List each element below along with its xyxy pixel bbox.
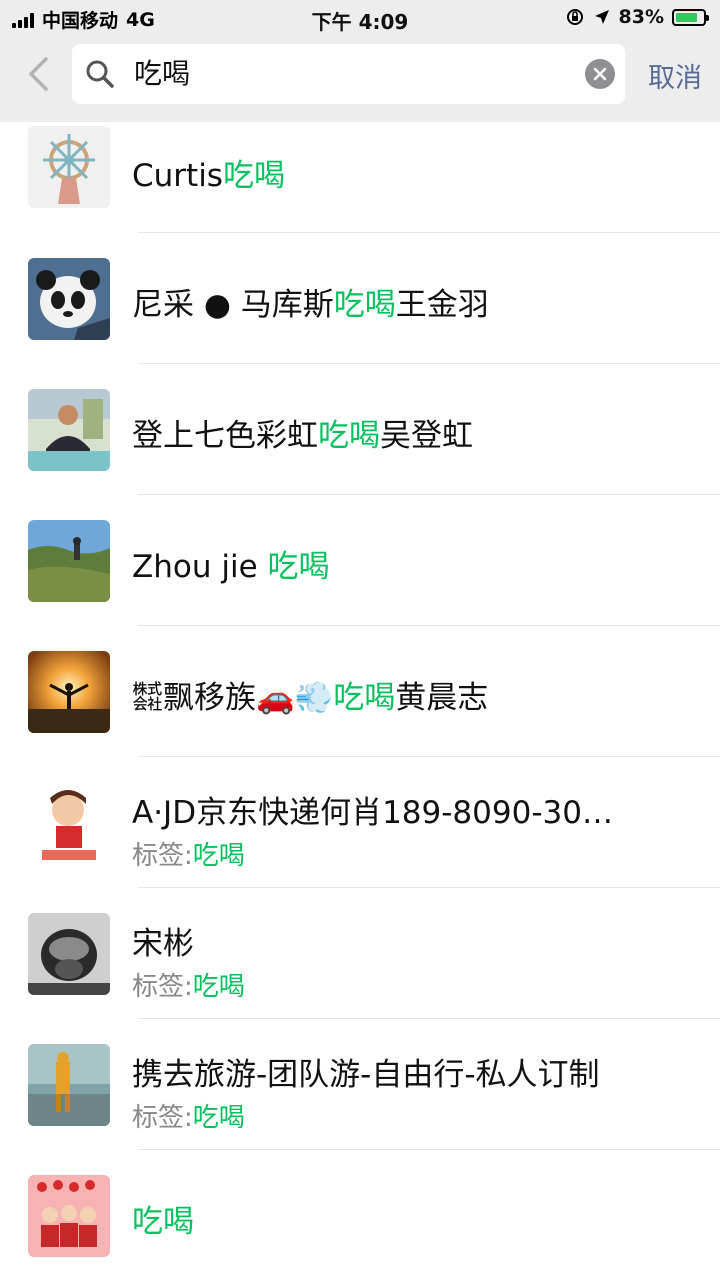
status-bar: 中国移动 4G 下午 4:09 83%	[0, 0, 720, 36]
list-item[interactable]: 尼采 ● 马库斯吃喝王金羽	[0, 233, 720, 364]
list-item[interactable]: ㍿飘移族🚗💨吃喝黄晨志	[0, 626, 720, 757]
contact-name: Zhou jie 吃喝	[132, 549, 330, 585]
search-input[interactable]: 吃喝	[134, 44, 190, 104]
search-header: 吃喝 取消	[0, 36, 720, 122]
list-item[interactable]: 吃喝	[0, 1150, 720, 1280]
search-icon	[86, 60, 114, 88]
avatar	[28, 258, 110, 340]
close-icon	[593, 67, 607, 81]
avatar	[28, 1044, 110, 1126]
avatar	[28, 1175, 110, 1257]
avatar	[28, 782, 110, 864]
avatar	[28, 651, 110, 733]
list-item[interactable]: 宋彬 标签:吃喝	[0, 888, 720, 1019]
contact-name: ㍿飘移族🚗💨吃喝黄晨志	[132, 680, 489, 716]
cancel-button[interactable]: 取消	[648, 56, 702, 95]
list-item[interactable]: Zhou jie 吃喝	[0, 495, 720, 626]
avatar	[28, 389, 110, 471]
list-item[interactable]: A·JD京东快递何肖189-8090-30… 标签:吃喝	[0, 757, 720, 888]
orientation-lock-icon	[566, 9, 583, 25]
avatar	[28, 520, 110, 602]
chevron-left-icon	[29, 57, 48, 91]
contact-name: Curtis吃喝	[132, 158, 285, 194]
avatar	[28, 913, 110, 995]
contact-name: 吃喝	[132, 1204, 194, 1240]
contact-tag: 标签:吃喝	[132, 972, 245, 1002]
avatar	[28, 126, 110, 208]
search-box[interactable]: 吃喝	[72, 44, 625, 104]
contact-name: A·JD京东快递何肖189-8090-30…	[132, 795, 613, 831]
contact-name: 宋彬	[132, 926, 194, 962]
battery-percent: 83%	[618, 6, 664, 28]
contact-tag: 标签:吃喝	[132, 1103, 245, 1133]
contact-name: 尼采 ● 马库斯吃喝王金羽	[132, 287, 489, 323]
back-button[interactable]	[18, 54, 58, 94]
battery-icon	[672, 8, 709, 26]
list-item[interactable]: Curtis吃喝	[0, 122, 720, 233]
list-item[interactable]: 登上七色彩虹吃喝吴登虹	[0, 364, 720, 495]
location-arrow-icon	[594, 10, 609, 24]
list-item[interactable]: 携去旅游-团队游-自由行-私人订制 标签:吃喝	[0, 1019, 720, 1150]
contact-name: 登上七色彩虹吃喝吴登虹	[132, 418, 473, 454]
clear-search-button[interactable]	[585, 59, 615, 89]
status-right: 83%	[565, 6, 709, 28]
contact-name: 携去旅游-团队游-自由行-私人订制	[132, 1057, 600, 1093]
contact-tag: 标签:吃喝	[132, 841, 245, 871]
